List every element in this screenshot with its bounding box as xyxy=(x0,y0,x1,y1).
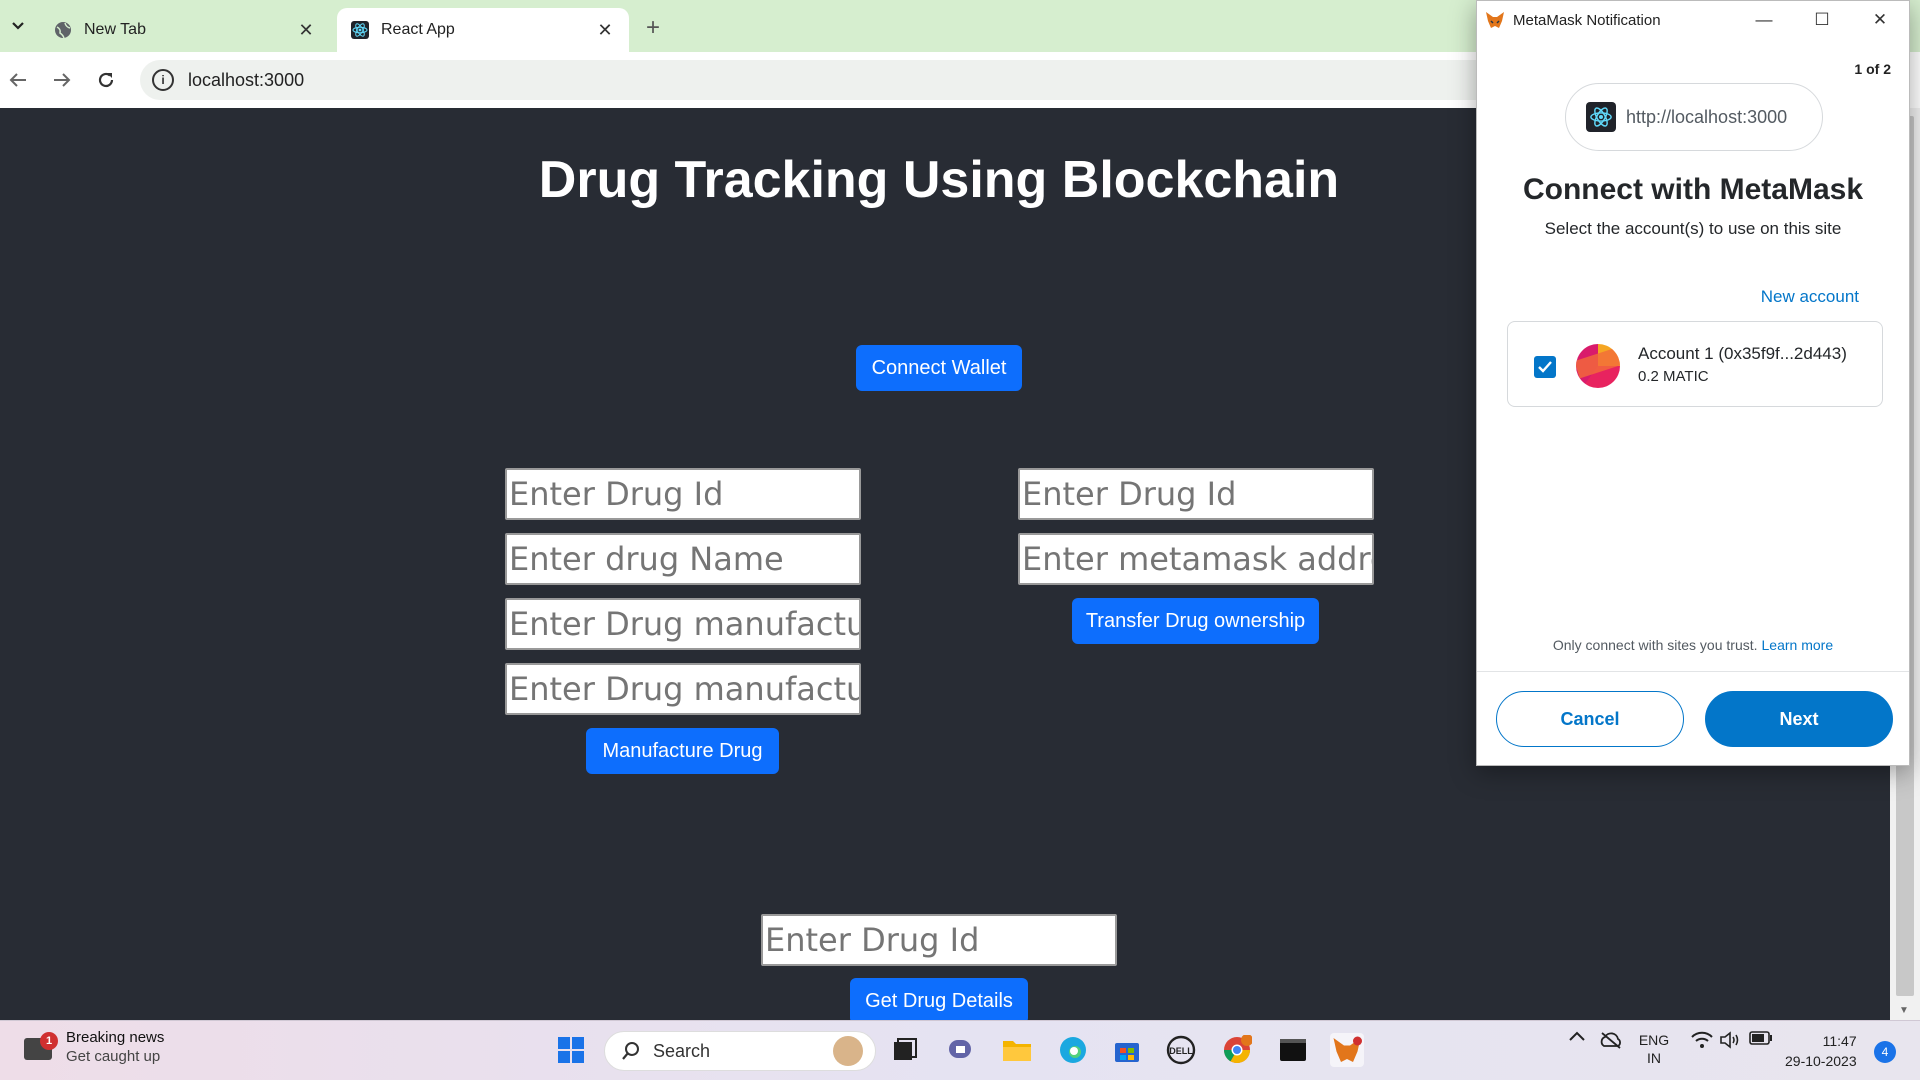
region-code: IN xyxy=(1647,1050,1661,1066)
edge-browser-icon[interactable] xyxy=(1056,1033,1090,1067)
react-logo-icon xyxy=(351,21,369,39)
language-indicator[interactable]: ENG IN xyxy=(1636,1031,1672,1067)
onedrive-offline-icon[interactable] xyxy=(1598,1031,1624,1049)
details-drug-id-input[interactable]: Enter Drug Id xyxy=(761,914,1117,966)
metamask-titlebar: MetaMask Notification — ☐ ✕ xyxy=(1477,1,1909,39)
tab-react-app[interactable]: React App ✕ xyxy=(337,8,629,52)
minimize-icon[interactable]: — xyxy=(1735,10,1793,30)
account-balance: 0.2 MATIC xyxy=(1638,368,1709,385)
cancel-button[interactable]: Cancel xyxy=(1496,691,1684,747)
connect-subheading: Select the account(s) to use on this sit… xyxy=(1544,219,1842,238)
taskbar-search-box[interactable]: Search xyxy=(604,1031,876,1071)
search-icon xyxy=(622,1042,639,1060)
terminal-icon[interactable] xyxy=(1276,1033,1310,1067)
get-drug-details-button[interactable]: Get Drug Details xyxy=(850,978,1028,1024)
drug-name-input[interactable]: Enter drug Name xyxy=(505,533,861,585)
close-tab-icon[interactable]: ✕ xyxy=(296,20,316,41)
tab-new-tab[interactable]: New Tab ✕ xyxy=(40,8,330,52)
footer-divider xyxy=(1477,671,1909,672)
new-account-link[interactable]: New account xyxy=(1761,287,1859,307)
tab-search-chevron-icon[interactable] xyxy=(4,10,32,42)
new-tab-button[interactable]: + xyxy=(640,14,666,42)
file-explorer-icon[interactable] xyxy=(1000,1033,1034,1067)
show-hidden-icons-chevron-icon[interactable] xyxy=(1566,1031,1588,1041)
wifi-icon[interactable] xyxy=(1690,1031,1714,1049)
tab-title: New Tab xyxy=(84,21,146,38)
news-icon: 1 xyxy=(24,1032,58,1062)
checkmark-icon xyxy=(1538,361,1552,373)
account-avatar xyxy=(1576,344,1620,388)
battery-icon[interactable] xyxy=(1748,1031,1774,1045)
windows-start-icon[interactable] xyxy=(554,1033,588,1067)
tab-title: React App xyxy=(381,21,455,38)
maximize-icon[interactable]: ☐ xyxy=(1793,10,1851,30)
trust-text: Only connect with sites you trust. xyxy=(1552,637,1758,653)
news-title: Breaking news xyxy=(66,1029,165,1046)
drug-manufacturer-input[interactable]: Enter Drug manufacturer xyxy=(505,598,861,650)
forward-arrow-icon[interactable] xyxy=(48,66,76,94)
request-pager: 1 of 2 xyxy=(1854,61,1891,77)
metamask-notification-window: MetaMask Notification — ☐ ✕ 1 of 2 http:… xyxy=(1476,0,1910,766)
site-info-icon[interactable]: i xyxy=(152,69,174,91)
url-text: localhost:3000 xyxy=(188,69,305,90)
next-button[interactable]: Next xyxy=(1705,691,1893,747)
trust-notice: Only connect with sites you trust. Learn … xyxy=(1477,637,1909,653)
language-code: ENG xyxy=(1638,1032,1670,1048)
site-origin-url: http://localhost:3000 xyxy=(1626,106,1788,127)
react-logo-icon xyxy=(1586,102,1616,132)
notification-count-badge[interactable]: 4 xyxy=(1874,1041,1896,1063)
teams-chat-icon[interactable] xyxy=(944,1033,978,1067)
taskbar-search-label: Search xyxy=(653,1040,711,1061)
transfer-drug-id-input[interactable]: Enter Drug Id xyxy=(1018,468,1374,520)
learn-more-link[interactable]: Learn more xyxy=(1762,637,1834,653)
metamask-taskbar-icon[interactable] xyxy=(1330,1033,1364,1067)
volume-icon[interactable] xyxy=(1718,1031,1742,1049)
task-view-icon[interactable] xyxy=(888,1033,922,1067)
microsoft-store-icon[interactable] xyxy=(1110,1033,1144,1067)
account-checkbox[interactable] xyxy=(1534,356,1556,378)
account-name: Account 1 (0x35f9f...2d443) xyxy=(1638,344,1847,363)
news-badge: 1 xyxy=(40,1032,58,1050)
globe-icon xyxy=(54,21,72,39)
windows-taskbar: 1 Breaking news Get caught up Search DEL… xyxy=(0,1020,1920,1080)
news-subtitle: Get caught up xyxy=(66,1048,161,1065)
chrome-icon[interactable] xyxy=(1220,1033,1254,1067)
clock-time: 11:47 xyxy=(1822,1033,1857,1049)
back-arrow-icon[interactable] xyxy=(4,66,32,94)
search-highlight-icon xyxy=(833,1036,863,1066)
manufacture-drug-button[interactable]: Manufacture Drug xyxy=(586,728,779,774)
transfer-drug-ownership-button[interactable]: Transfer Drug ownership xyxy=(1072,598,1319,644)
window-title: MetaMask Notification xyxy=(1513,11,1661,29)
dell-icon[interactable]: DELL xyxy=(1164,1033,1198,1067)
account-list-item[interactable]: Account 1 (0x35f9f...2d443) 0.2 MATIC xyxy=(1507,321,1883,407)
metamask-fox-icon xyxy=(1486,12,1504,28)
close-tab-icon[interactable]: ✕ xyxy=(595,20,615,41)
connect-wallet-button[interactable]: Connect Wallet xyxy=(856,345,1022,391)
connect-heading: Connect with MetaMask xyxy=(1522,173,1864,206)
reload-icon[interactable] xyxy=(92,66,120,94)
drug-id-input[interactable]: Enter Drug Id xyxy=(505,468,861,520)
site-origin-pill: http://localhost:3000 xyxy=(1565,83,1823,151)
drug-manufacturing-input[interactable]: Enter Drug manufacturir xyxy=(505,663,861,715)
metamask-address-input[interactable]: Enter metamask address xyxy=(1018,533,1374,585)
news-widget[interactable]: 1 Breaking news Get caught up xyxy=(24,1029,164,1065)
close-window-icon[interactable]: ✕ xyxy=(1851,10,1909,30)
scroll-down-arrow-icon[interactable]: ▼ xyxy=(1899,1005,1909,1016)
clock-date: 29-10-2023 xyxy=(1785,1053,1857,1069)
system-clock[interactable]: 11:47 29-10-2023 xyxy=(1785,1031,1857,1071)
svg-text:DELL: DELL xyxy=(1169,1046,1193,1056)
